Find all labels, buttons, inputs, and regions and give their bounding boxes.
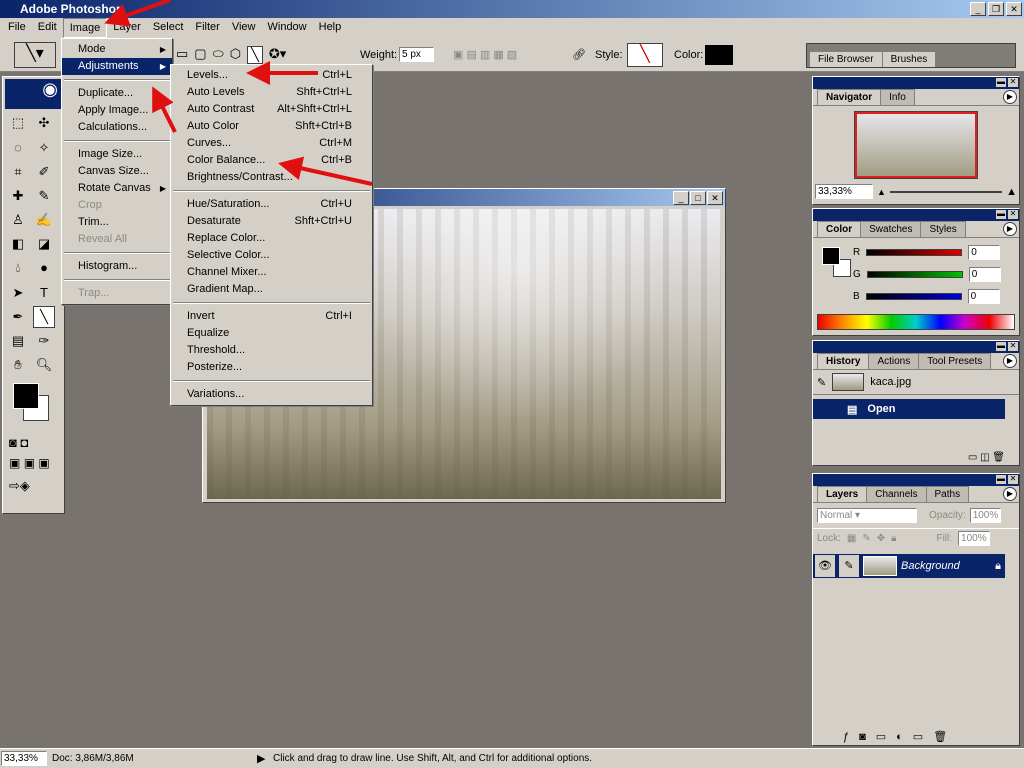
annotation-arrows <box>104 0 373 186</box>
arrow-image-menu <box>104 0 171 27</box>
arrow-color-balance <box>278 156 373 186</box>
arrow-adjustments <box>152 86 177 133</box>
